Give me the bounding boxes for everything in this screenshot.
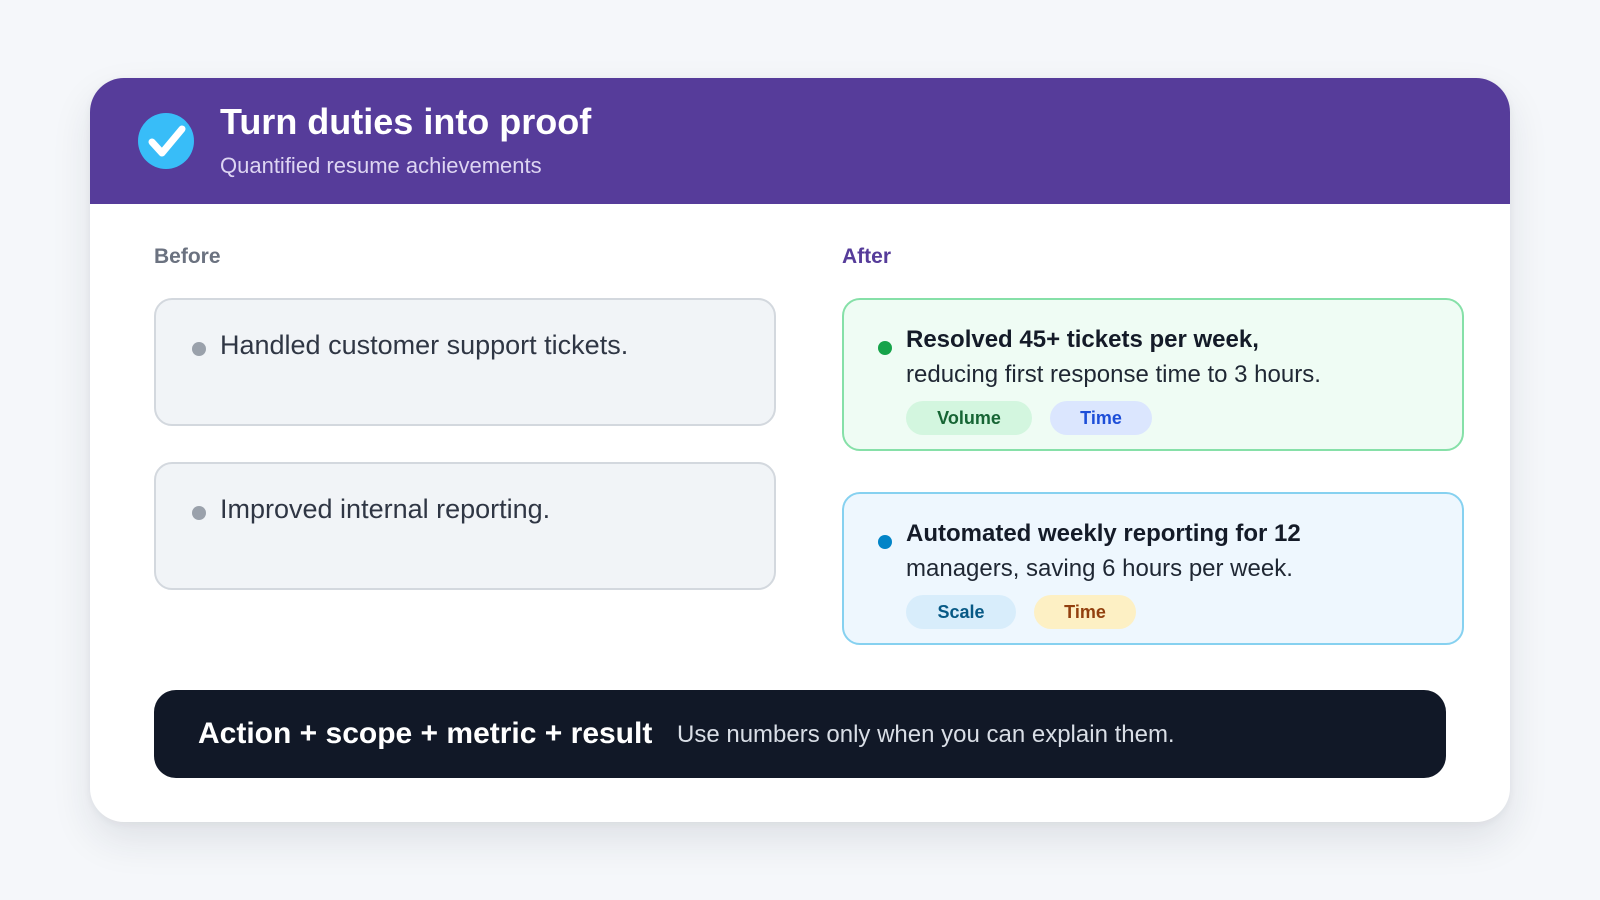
tag-time: Time [1034,595,1136,629]
after-column-label: After [842,245,892,268]
bullet-dot [192,506,206,520]
bullet-dot [192,342,206,356]
bullet-dot [878,341,892,355]
before-item-text: Improved internal reporting. [220,494,551,524]
page-title: Turn duties into proof [220,101,592,142]
before-item: Improved internal reporting. [154,462,776,590]
tag-time: Time [1050,401,1152,435]
after-item-detail: reducing first response time to 3 hours. [906,361,1321,388]
tag-volume: Volume [906,401,1032,435]
after-item-lead: Automated weekly reporting for 12 [906,520,1301,547]
formula-bar: Action + scope + metric + result Use num… [154,690,1446,778]
card-header: Turn duties into proof Quantified resume… [90,78,1510,204]
after-item: Resolved 45+ tickets per week, reducing … [842,298,1464,451]
formula-title: Action + scope + metric + result [198,717,653,750]
after-item-lead: Resolved 45+ tickets per week, [906,326,1259,353]
tag-scale: Scale [906,595,1016,629]
bullet-dot [878,535,892,549]
achievement-card: Turn duties into proof Quantified resume… [90,78,1510,822]
after-item: Automated weekly reporting for 12 manage… [842,492,1464,645]
page-subtitle: Quantified resume achievements [220,153,542,178]
after-item-detail: managers, saving 6 hours per week. [906,555,1293,582]
check-circle-icon [138,113,194,169]
before-column-label: Before [154,245,221,268]
before-item-text: Handled customer support tickets. [220,330,629,360]
formula-note: Use numbers only when you can explain th… [677,721,1175,748]
before-item: Handled customer support tickets. [154,298,776,426]
